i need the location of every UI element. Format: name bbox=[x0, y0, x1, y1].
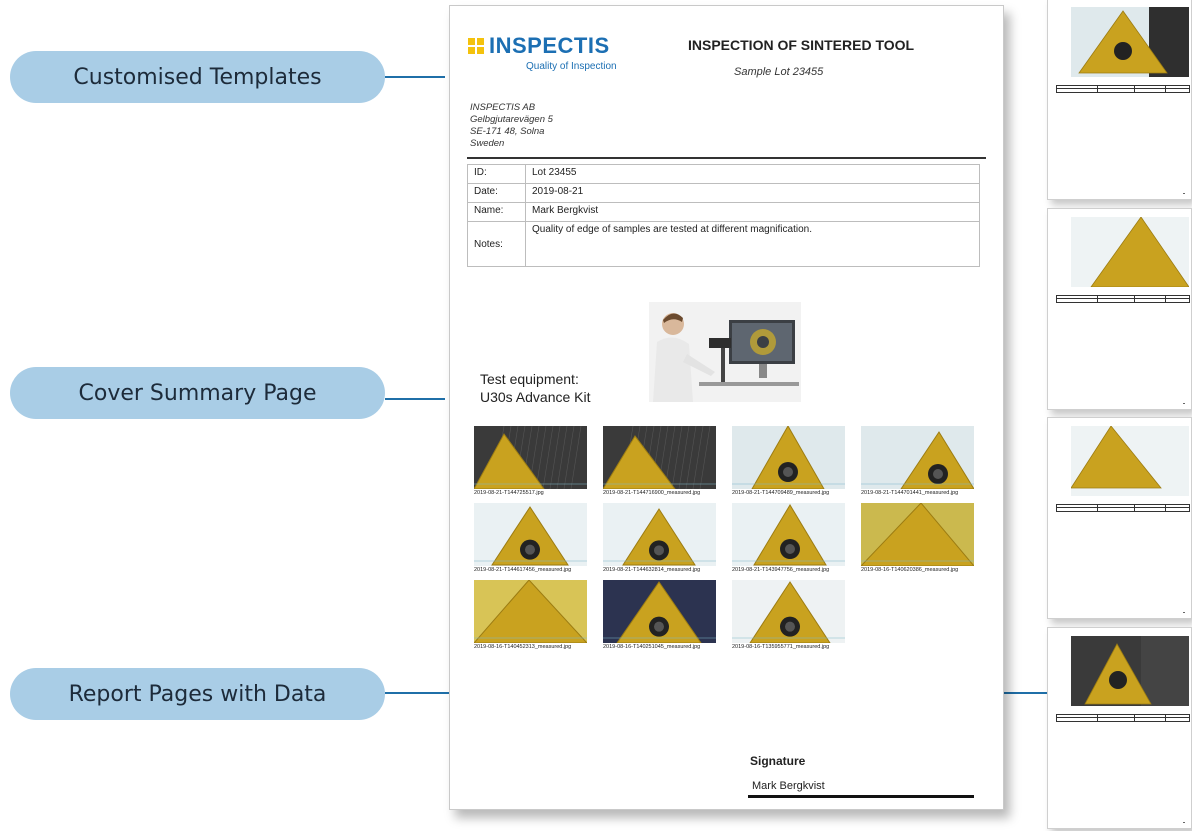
sample-thumbnail: 2019-08-21-T143947756_measured.jpg bbox=[732, 503, 845, 573]
thumbnail-image bbox=[732, 503, 845, 566]
thumbnail-caption: 2019-08-21-T144725517.jpg bbox=[474, 490, 544, 496]
thumbnail-image bbox=[603, 503, 716, 566]
info-label: Name: bbox=[467, 202, 526, 222]
equipment-line: U30s Advance Kit bbox=[480, 389, 591, 405]
sample-thumbnail: 2019-08-21-T144725517.jpg bbox=[474, 426, 587, 496]
thumbnail-caption: 2019-08-16-T140620386_measured.jpg bbox=[861, 567, 959, 573]
thumbnail-caption: 2019-08-21-T144709489_measured.jpg bbox=[732, 490, 830, 496]
connector-line bbox=[385, 398, 445, 400]
sample-thumbnail: 2019-08-16-T140251045_measured.jpg bbox=[603, 580, 716, 650]
info-value: Lot 23455 bbox=[525, 164, 980, 184]
thumbnail-image bbox=[474, 580, 587, 643]
thumbnail-caption: 2019-08-16-T140251045_measured.jpg bbox=[603, 644, 701, 650]
sample-thumbnail: 2019-08-21-T144617456_measured.jpg bbox=[474, 503, 587, 573]
signature-line bbox=[748, 795, 974, 798]
thumbnail-image bbox=[603, 426, 716, 489]
address-line: INSPECTIS AB bbox=[470, 102, 536, 113]
thumbnail-image bbox=[732, 580, 845, 643]
thumbnail-caption: 2019-08-21-T143947756_measured.jpg bbox=[732, 567, 830, 573]
company-logo: INSPECTIS bbox=[468, 33, 610, 59]
logo-mark-icon bbox=[468, 38, 484, 54]
callout-customised-templates: Customised Templates bbox=[10, 51, 385, 103]
callout-report-pages: Report Pages with Data bbox=[10, 668, 385, 720]
sample-thumbnail: 2019-08-16-T140620386_measured.jpg bbox=[861, 503, 974, 573]
report-page-table bbox=[1056, 714, 1190, 722]
sample-thumbnail: 2019-08-16-T135955771_measured.jpg bbox=[732, 580, 845, 650]
report-info-table: ID: Lot 23455 Date: 2019-08-21 Name: Mar… bbox=[467, 164, 980, 267]
page-number-mark bbox=[1183, 612, 1185, 613]
report-page-thumbnail bbox=[1047, 208, 1192, 410]
logo-tagline: Quality of Inspection bbox=[526, 61, 617, 72]
info-row-name: Name: Mark Bergkvist bbox=[467, 202, 980, 222]
info-row-id: ID: Lot 23455 bbox=[467, 164, 980, 184]
info-row-date: Date: 2019-08-21 bbox=[467, 183, 980, 203]
sample-thumbnail: 2019-08-21-T144701441_measured.jpg bbox=[861, 426, 974, 496]
test-equipment-label: Test equipment: U30s Advance Kit bbox=[480, 370, 591, 406]
thumbnail-caption: 2019-08-16-T135955771_measured.jpg bbox=[732, 644, 830, 650]
thumbnail-image bbox=[603, 580, 716, 643]
thumbnail-image bbox=[861, 426, 974, 489]
info-label: ID: bbox=[467, 164, 526, 184]
thumbnail-caption: 2019-08-21-T144716900_measured.jpg bbox=[603, 490, 701, 496]
address-line: Sweden bbox=[470, 138, 505, 149]
report-page-image bbox=[1071, 636, 1189, 706]
report-title: INSPECTION OF SINTERED TOOL bbox=[688, 37, 915, 53]
report-page-thumbnail bbox=[1047, 627, 1192, 829]
report-page-table bbox=[1056, 295, 1190, 303]
sample-thumbnail: 2019-08-21-T144632814_measured.jpg bbox=[603, 503, 716, 573]
sample-thumbnail: 2019-08-21-T144716900_measured.jpg bbox=[603, 426, 716, 496]
info-value: Mark Bergkvist bbox=[525, 202, 980, 222]
report-page-image bbox=[1071, 7, 1189, 77]
thumbnail-caption: 2019-08-21-T144632814_measured.jpg bbox=[603, 567, 701, 573]
sample-thumbnail: 2019-08-16-T140452313_measured.jpg bbox=[474, 580, 587, 650]
thumbnail-caption: 2019-08-21-T144617456_measured.jpg bbox=[474, 567, 572, 573]
equipment-photo bbox=[649, 302, 801, 402]
info-label: Notes: bbox=[467, 221, 526, 267]
connector-line bbox=[385, 76, 445, 78]
report-page-image bbox=[1071, 426, 1189, 496]
report-page-image bbox=[1071, 217, 1189, 287]
report-page-thumbnail bbox=[1047, 0, 1192, 200]
report-page-table bbox=[1056, 504, 1190, 512]
info-value: Quality of edge of samples are tested at… bbox=[525, 221, 980, 267]
page-number-mark bbox=[1183, 193, 1185, 194]
info-label: Date: bbox=[467, 183, 526, 203]
equipment-line: Test equipment: bbox=[480, 371, 579, 387]
company-address: INSPECTIS AB Gelbgjutarevägen 5 SE-171 4… bbox=[470, 102, 553, 150]
info-value: 2019-08-21 bbox=[525, 183, 980, 203]
report-subtitle: Sample Lot 23455 bbox=[734, 66, 824, 78]
callout-cover-summary-page: Cover Summary Page bbox=[10, 367, 385, 419]
info-row-notes: Notes: Quality of edge of samples are te… bbox=[467, 221, 980, 267]
thumbnail-image bbox=[474, 426, 587, 489]
report-page-thumbnail bbox=[1047, 417, 1192, 619]
sample-thumbnail: 2019-08-21-T144709489_measured.jpg bbox=[732, 426, 845, 496]
thumbnail-image bbox=[474, 503, 587, 566]
page-number-mark bbox=[1183, 822, 1185, 823]
report-page-table bbox=[1056, 85, 1190, 93]
thumbnail-caption: 2019-08-21-T144701441_measured.jpg bbox=[861, 490, 959, 496]
address-line: Gelbgjutarevägen 5 bbox=[470, 114, 553, 125]
signature-label: Signature bbox=[750, 754, 806, 768]
report-cover-page: INSPECTIS Quality of Inspection INSPECTI… bbox=[449, 5, 1004, 810]
thumbnail-caption: 2019-08-16-T140452313_measured.jpg bbox=[474, 644, 572, 650]
signature-name: Mark Bergkvist bbox=[752, 780, 825, 792]
address-line: SE-171 48, Solna bbox=[470, 126, 545, 137]
thumbnail-image bbox=[732, 426, 845, 489]
logo-text: INSPECTIS bbox=[489, 33, 610, 58]
thumbnail-image bbox=[861, 503, 974, 566]
header-divider bbox=[467, 157, 986, 159]
page-number-mark bbox=[1183, 403, 1185, 404]
